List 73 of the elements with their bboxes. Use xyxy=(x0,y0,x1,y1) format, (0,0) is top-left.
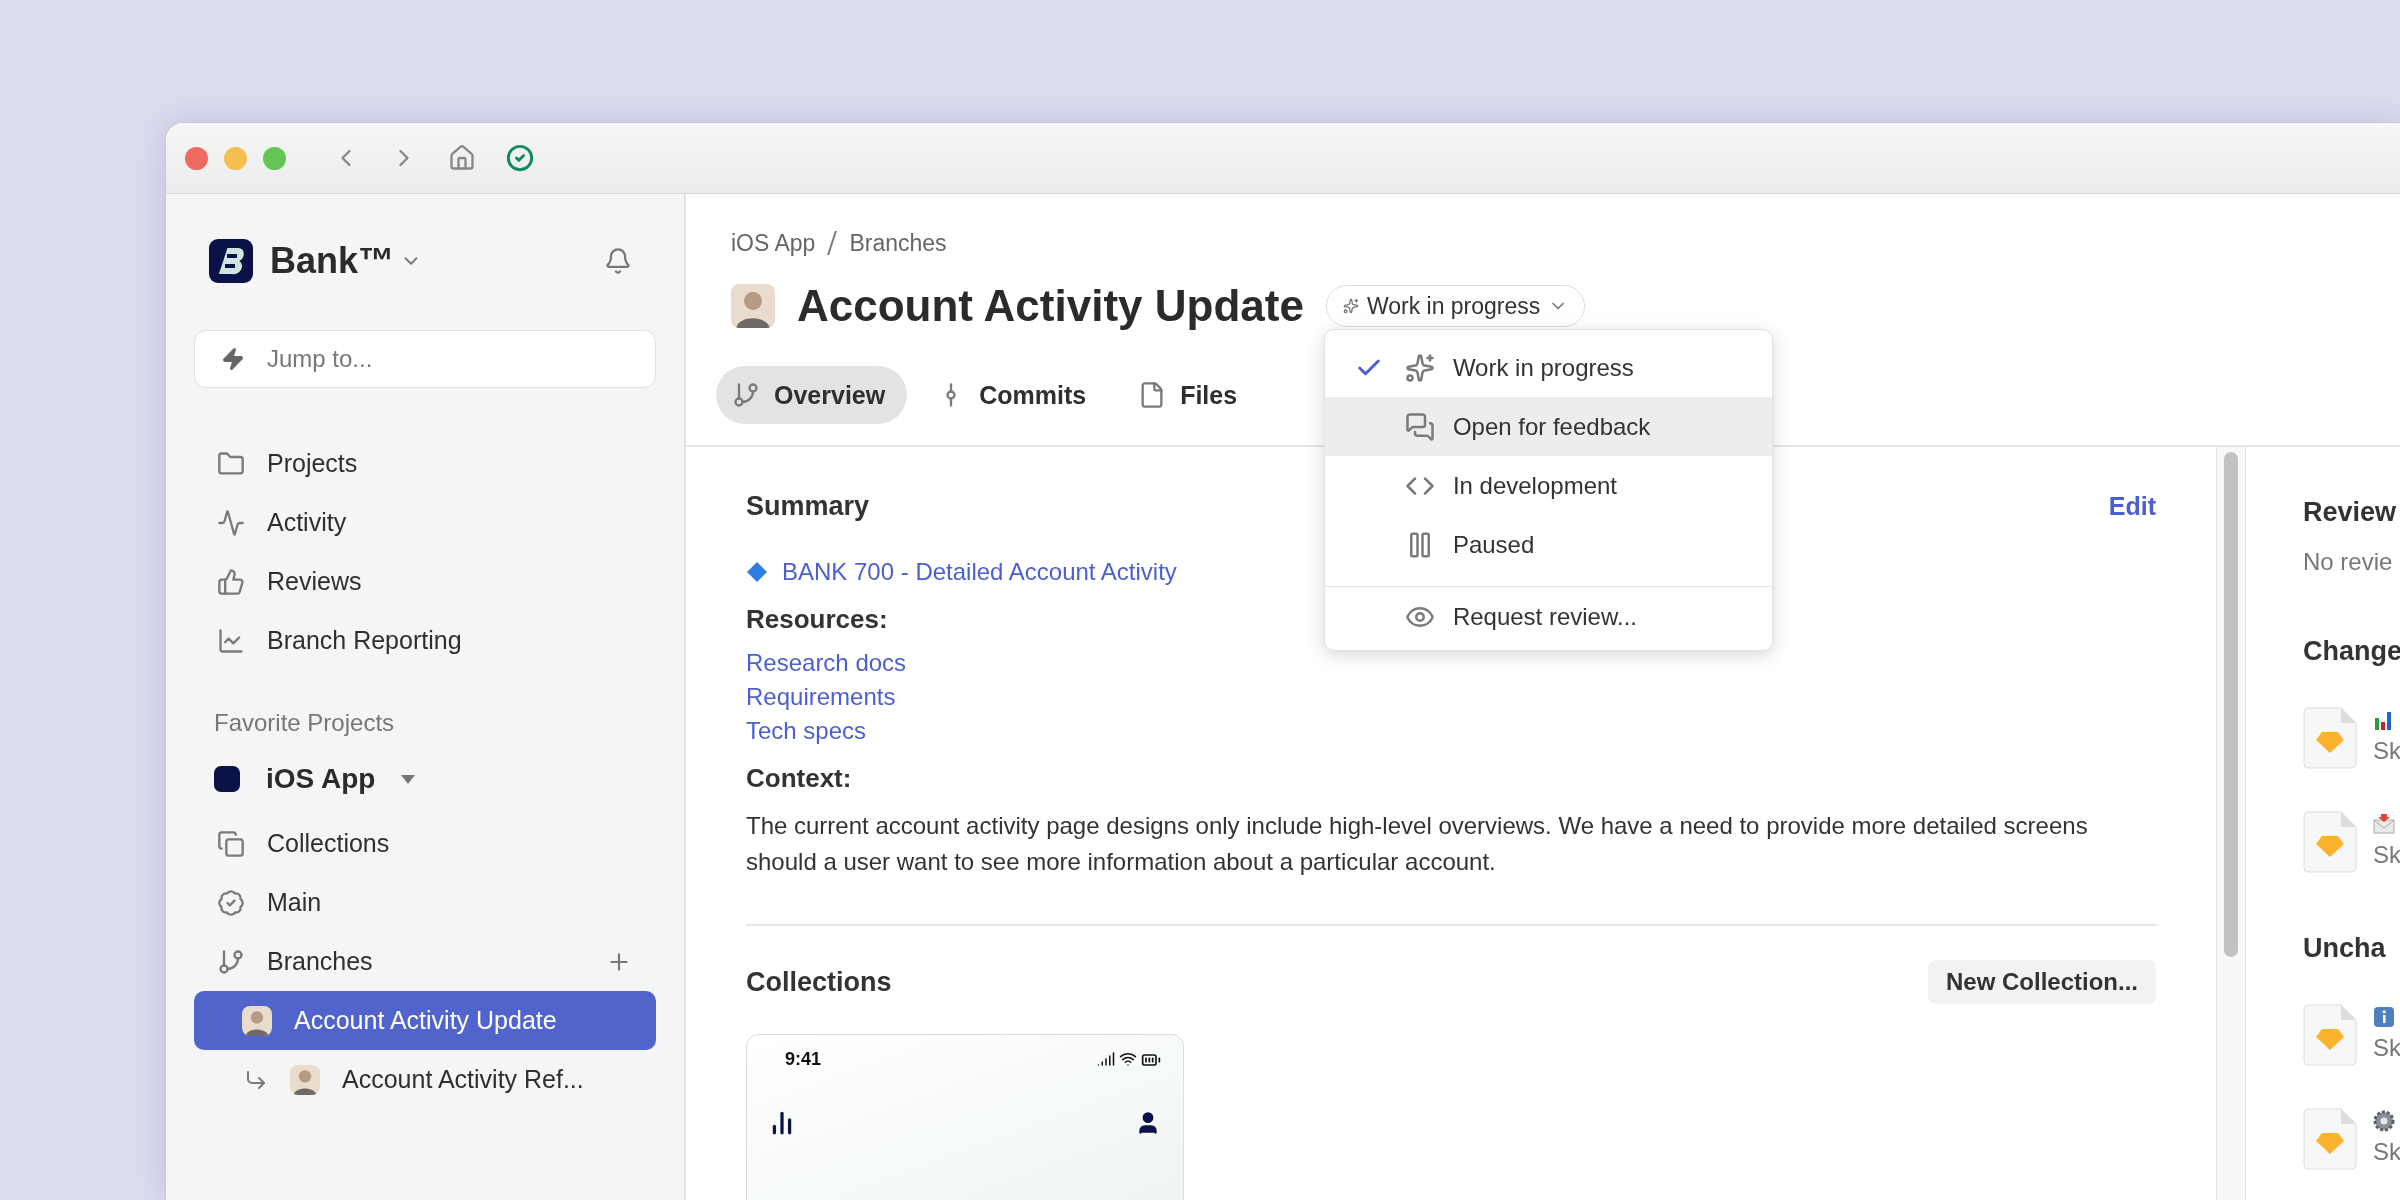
resource-link[interactable]: Requirements xyxy=(746,683,896,711)
sidebar-item[interactable]: Branch Reporting xyxy=(194,611,656,670)
expand-triangle-icon[interactable] xyxy=(401,774,416,784)
menu-item[interactable]: Request review... xyxy=(1324,586,1772,646)
tab[interactable]: Files xyxy=(1122,366,1260,424)
panel-heading: Review xyxy=(2303,497,2398,528)
home-icon[interactable] xyxy=(448,144,476,172)
workspace-logo xyxy=(209,239,253,283)
thumbs-up-icon xyxy=(217,567,245,596)
tab[interactable]: Commits xyxy=(921,366,1109,424)
badge-check-icon xyxy=(217,888,245,917)
sketch-file-icon xyxy=(2303,811,2357,873)
scrollbar-thumb[interactable] xyxy=(2224,452,2238,957)
menu-item[interactable]: Work in progress xyxy=(1324,338,1772,397)
jump-to-field[interactable]: Jump to... xyxy=(194,330,656,388)
panel-heading: Uncha xyxy=(2303,933,2387,964)
lightning-icon xyxy=(221,347,245,371)
sidebar-item[interactable]: Branches xyxy=(194,932,656,991)
menu-item[interactable]: In development xyxy=(1324,456,1772,515)
phone-time: 9:41 xyxy=(785,1049,822,1070)
envelope-icon xyxy=(2373,813,2395,835)
project-name[interactable]: iOS App xyxy=(266,763,376,795)
tab[interactable]: Overview xyxy=(716,366,908,424)
resource-link[interactable]: Research docs xyxy=(746,649,907,677)
section-heading: Summary xyxy=(746,491,870,522)
page-title: Account Activity Update xyxy=(797,281,1304,331)
signal-icon xyxy=(1097,1049,1115,1068)
workspace-name: Bank™ xyxy=(270,240,395,282)
check-circle-icon[interactable] xyxy=(506,144,534,172)
branch-icon xyxy=(732,381,760,409)
new-collection-button[interactable]: New Collection... xyxy=(1927,960,2156,1004)
phone-screen-card[interactable]: 9:41 xyxy=(746,1034,1184,1200)
stacked-squares-icon xyxy=(217,829,245,858)
avatar xyxy=(242,1005,272,1036)
context-paragraph: The current account activity page designs only include high-level overviews. We have a need to provide more detailed screens should a user want to see more information about a particular account. xyxy=(746,811,2089,877)
sidebar-item[interactable]: Collections xyxy=(194,814,656,873)
edit-link[interactable]: Edit xyxy=(2108,492,2156,521)
sparkles-icon xyxy=(1404,352,1435,383)
gear-icon xyxy=(2373,1110,2395,1132)
chart-icon xyxy=(217,626,245,655)
sketch-file-icon xyxy=(2303,1108,2357,1170)
section-heading: Collections xyxy=(746,966,892,998)
notifications-bell-icon[interactable] xyxy=(604,247,632,275)
sidebar-item[interactable]: Main xyxy=(194,873,656,932)
chat-bubbles-icon xyxy=(1404,411,1435,442)
status-dropdown[interactable]: Work in progress xyxy=(1325,285,1586,327)
subheading: Context: xyxy=(746,763,852,794)
info-icon xyxy=(2373,1006,2395,1028)
activity-icon xyxy=(217,508,245,537)
branch-item[interactable]: Account Activity Update xyxy=(194,991,656,1050)
sparkles-icon xyxy=(1342,298,1359,314)
sidebar-item[interactable]: Reviews xyxy=(194,552,656,611)
folder-icon xyxy=(217,449,245,478)
issue-link[interactable]: BANK 700 - Detailed Account Activity xyxy=(746,558,1177,586)
maximize-window-button[interactable] xyxy=(263,146,286,170)
sidebar-item[interactable]: Activity xyxy=(194,493,656,552)
menu-item[interactable]: Open for feedback xyxy=(1324,397,1772,456)
close-window-button[interactable] xyxy=(185,146,208,170)
menu-item[interactable]: Paused xyxy=(1324,515,1772,574)
diamond-icon xyxy=(746,561,768,583)
breadcrumb-link[interactable]: iOS App xyxy=(731,229,816,257)
branch-item[interactable]: Account Activity Ref... xyxy=(194,1050,656,1109)
branch-icon xyxy=(217,947,245,976)
sketch-file-icon xyxy=(2303,1004,2357,1066)
sketch-file-icon xyxy=(2303,707,2357,769)
subheading: Resources: xyxy=(746,604,888,635)
resource-link[interactable]: Tech specs xyxy=(746,717,867,745)
empty-state-text: No revie xyxy=(2303,548,2394,576)
avatar xyxy=(731,284,775,328)
sidebar-item[interactable]: Projects xyxy=(194,434,656,493)
avatar xyxy=(290,1064,320,1095)
breadcrumb-link[interactable]: Branches xyxy=(849,229,947,257)
section-heading: Favorite Projects xyxy=(213,708,396,738)
